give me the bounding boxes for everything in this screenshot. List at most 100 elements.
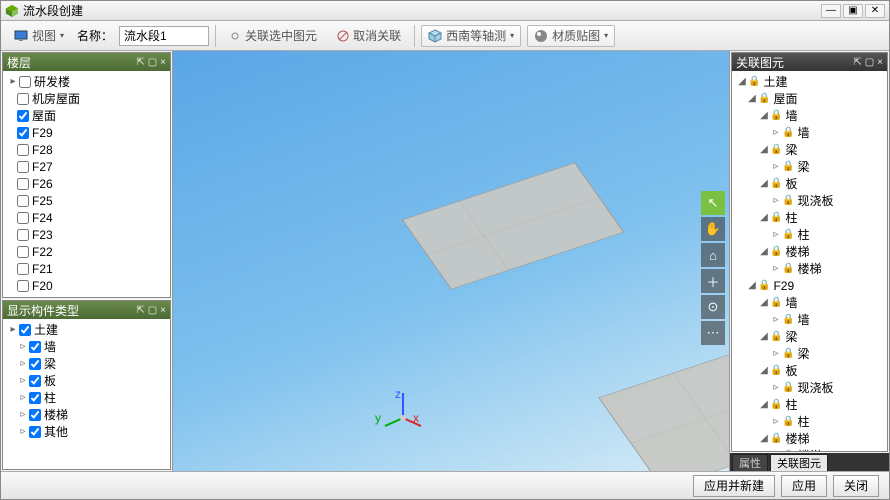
cube-icon	[428, 29, 442, 43]
related-category[interactable]: ◢🔒墙	[734, 107, 885, 124]
window-minimize-button[interactable]: —	[821, 4, 841, 18]
more-tools[interactable]: ⋯	[701, 321, 725, 345]
related-item[interactable]: ▹🔒现浇板	[734, 379, 885, 396]
related-category[interactable]: ◢🔒梁	[734, 141, 885, 158]
link-icon	[229, 30, 241, 42]
related-item[interactable]: ▹🔒梁	[734, 345, 885, 362]
related-item[interactable]: ▹🔒梁	[734, 158, 885, 175]
related-category[interactable]: ◢🔒柱	[734, 396, 885, 413]
name-label: 名称：	[77, 27, 113, 44]
component-type-item[interactable]: ▹梁	[5, 355, 168, 372]
pan-tool[interactable]: ✋	[701, 217, 725, 241]
related-elements-panel: 关联图元⇱▢× ◢🔒土建◢🔒屋面◢🔒墙▹🔒墙◢🔒梁▹🔒梁◢🔒板▹🔒现浇板◢🔒柱▹…	[731, 52, 888, 452]
window-close-button[interactable]: ✕	[865, 4, 885, 18]
titlebar: 流水段创建 — ▣ ✕	[1, 1, 889, 21]
component-types-panel: 显示构件类型 ⇱ ▢× ▸土建▹墙▹梁▹板▹柱▹楼梯▹其他	[2, 300, 171, 470]
related-category[interactable]: ◢🔒柱	[734, 209, 885, 226]
component-type-item[interactable]: ▹板	[5, 372, 168, 389]
app-logo-icon	[5, 4, 19, 18]
related-group[interactable]: ◢🔒屋面	[734, 90, 885, 107]
view-label: 视图	[32, 27, 56, 44]
pointer-tool[interactable]: ↖	[701, 191, 725, 215]
related-panel-title: 关联图元	[736, 54, 784, 71]
panel-close-icon[interactable]: ×	[160, 57, 166, 68]
floor-item[interactable]: 屋面	[5, 107, 168, 124]
close-button[interactable]: 关闭	[833, 475, 879, 497]
tree-root[interactable]: ◢🔒土建	[734, 73, 885, 90]
floor-item[interactable]: F27	[5, 158, 168, 175]
axis-z-label: z	[395, 387, 401, 401]
related-item[interactable]: ▹🔒墙	[734, 124, 885, 141]
floors-tree[interactable]: ▸研发楼机房屋面屋面F29F28F27F26F25F24F23F22F21F20…	[3, 71, 170, 297]
tab-properties[interactable]: 属性	[732, 454, 768, 471]
component-type-item[interactable]: ▹其他	[5, 423, 168, 440]
material-dropdown[interactable]: 材质贴图 ▾	[527, 25, 615, 47]
panel-dock-icon[interactable]: ▢	[865, 57, 874, 68]
floors-panel-title: 楼层	[7, 54, 31, 71]
name-input[interactable]	[119, 26, 209, 46]
related-item[interactable]: ▹🔒楼梯	[734, 260, 885, 277]
window-maximize-button[interactable]: ▣	[843, 4, 863, 18]
component-types-title: 显示构件类型	[7, 302, 79, 319]
related-category[interactable]: ◢🔒板	[734, 362, 885, 379]
related-item[interactable]: ▹🔒楼梯	[734, 447, 885, 451]
related-tree[interactable]: ◢🔒土建◢🔒屋面◢🔒墙▹🔒墙◢🔒梁▹🔒梁◢🔒板▹🔒现浇板◢🔒柱▹🔒柱◢🔒楼梯▹🔒…	[732, 71, 887, 451]
panel-pin-icon[interactable]: ⇱	[136, 57, 144, 68]
related-item[interactable]: ▹🔒墙	[734, 311, 885, 328]
panel-pin-icon[interactable]: ⇱	[853, 57, 861, 68]
floor-item[interactable]: 机房屋面	[5, 90, 168, 107]
panel-dock-icon[interactable]: ▢	[148, 305, 157, 316]
link-selected-button[interactable]: 关联选中图元	[222, 25, 324, 47]
panel-close-icon[interactable]: ×	[877, 57, 883, 68]
component-types-tree[interactable]: ▸土建▹墙▹梁▹板▹柱▹楼梯▹其他	[3, 319, 170, 469]
related-category[interactable]: ◢🔒梁	[734, 328, 885, 345]
view-dropdown[interactable]: 视图 ▾	[7, 25, 71, 47]
floor-item[interactable]: F19	[5, 294, 168, 297]
tab-related[interactable]: 关联图元	[770, 454, 828, 471]
view-orientation-dropdown[interactable]: 西南等轴测 ▾	[421, 25, 521, 47]
unlink-icon	[337, 30, 349, 42]
unlink-button[interactable]: 取消关联	[330, 25, 408, 47]
caret-down-icon: ▾	[604, 31, 608, 40]
floor-item[interactable]: F29	[5, 124, 168, 141]
caret-down-icon: ▾	[60, 31, 64, 40]
related-category[interactable]: ◢🔒楼梯	[734, 430, 885, 447]
tree-root[interactable]: ▸土建	[5, 321, 168, 338]
related-item[interactable]: ▹🔒柱	[734, 226, 885, 243]
panel-close-icon[interactable]: ×	[160, 305, 166, 316]
window-title: 流水段创建	[23, 2, 83, 19]
related-category[interactable]: ◢🔒墙	[734, 294, 885, 311]
panel-dock-icon[interactable]: ▢	[148, 57, 157, 68]
floor-item[interactable]: F28	[5, 141, 168, 158]
footer: 应用并新建 应用 关闭	[1, 471, 889, 499]
floor-item[interactable]: F24	[5, 209, 168, 226]
component-type-item[interactable]: ▹柱	[5, 389, 168, 406]
floor-item[interactable]: F22	[5, 243, 168, 260]
panel-pin-icon[interactable]: ⇱	[136, 305, 144, 316]
floor-item[interactable]: F23	[5, 226, 168, 243]
floor-item[interactable]: F20	[5, 277, 168, 294]
viewport-toolbar: ↖ ✋ ⌂ ＋ ⊙ ⋯	[701, 191, 725, 345]
component-type-item[interactable]: ▹楼梯	[5, 406, 168, 423]
home-view-tool[interactable]: ⌂	[701, 243, 725, 267]
apply-and-new-button[interactable]: 应用并新建	[693, 475, 775, 497]
floor-item[interactable]: F21	[5, 260, 168, 277]
floor-item[interactable]: F26	[5, 175, 168, 192]
tree-root[interactable]: ▸研发楼	[5, 73, 168, 90]
zoom-in-tool[interactable]: ＋	[701, 269, 725, 293]
floor-item[interactable]: F25	[5, 192, 168, 209]
right-tabs: 属性 关联图元	[730, 453, 889, 471]
main-toolbar: 视图 ▾ 名称： 关联选中图元 取消关联 西南等轴测 ▾ 材质贴图 ▾	[1, 21, 889, 51]
related-group[interactable]: ◢🔒F29	[734, 277, 885, 294]
axis-y-label: y	[375, 411, 381, 425]
related-item[interactable]: ▹🔒现浇板	[734, 192, 885, 209]
zoom-out-tool[interactable]: ⊙	[701, 295, 725, 319]
related-item[interactable]: ▹🔒柱	[734, 413, 885, 430]
caret-down-icon: ▾	[510, 31, 514, 40]
axis-x-label: x	[413, 411, 419, 425]
3d-viewport[interactable]: ↖ ✋ ⌂ ＋ ⊙ ⋯ z y x	[173, 51, 729, 471]
related-category[interactable]: ◢🔒板	[734, 175, 885, 192]
apply-button[interactable]: 应用	[781, 475, 827, 497]
related-category[interactable]: ◢🔒楼梯	[734, 243, 885, 260]
component-type-item[interactable]: ▹墙	[5, 338, 168, 355]
